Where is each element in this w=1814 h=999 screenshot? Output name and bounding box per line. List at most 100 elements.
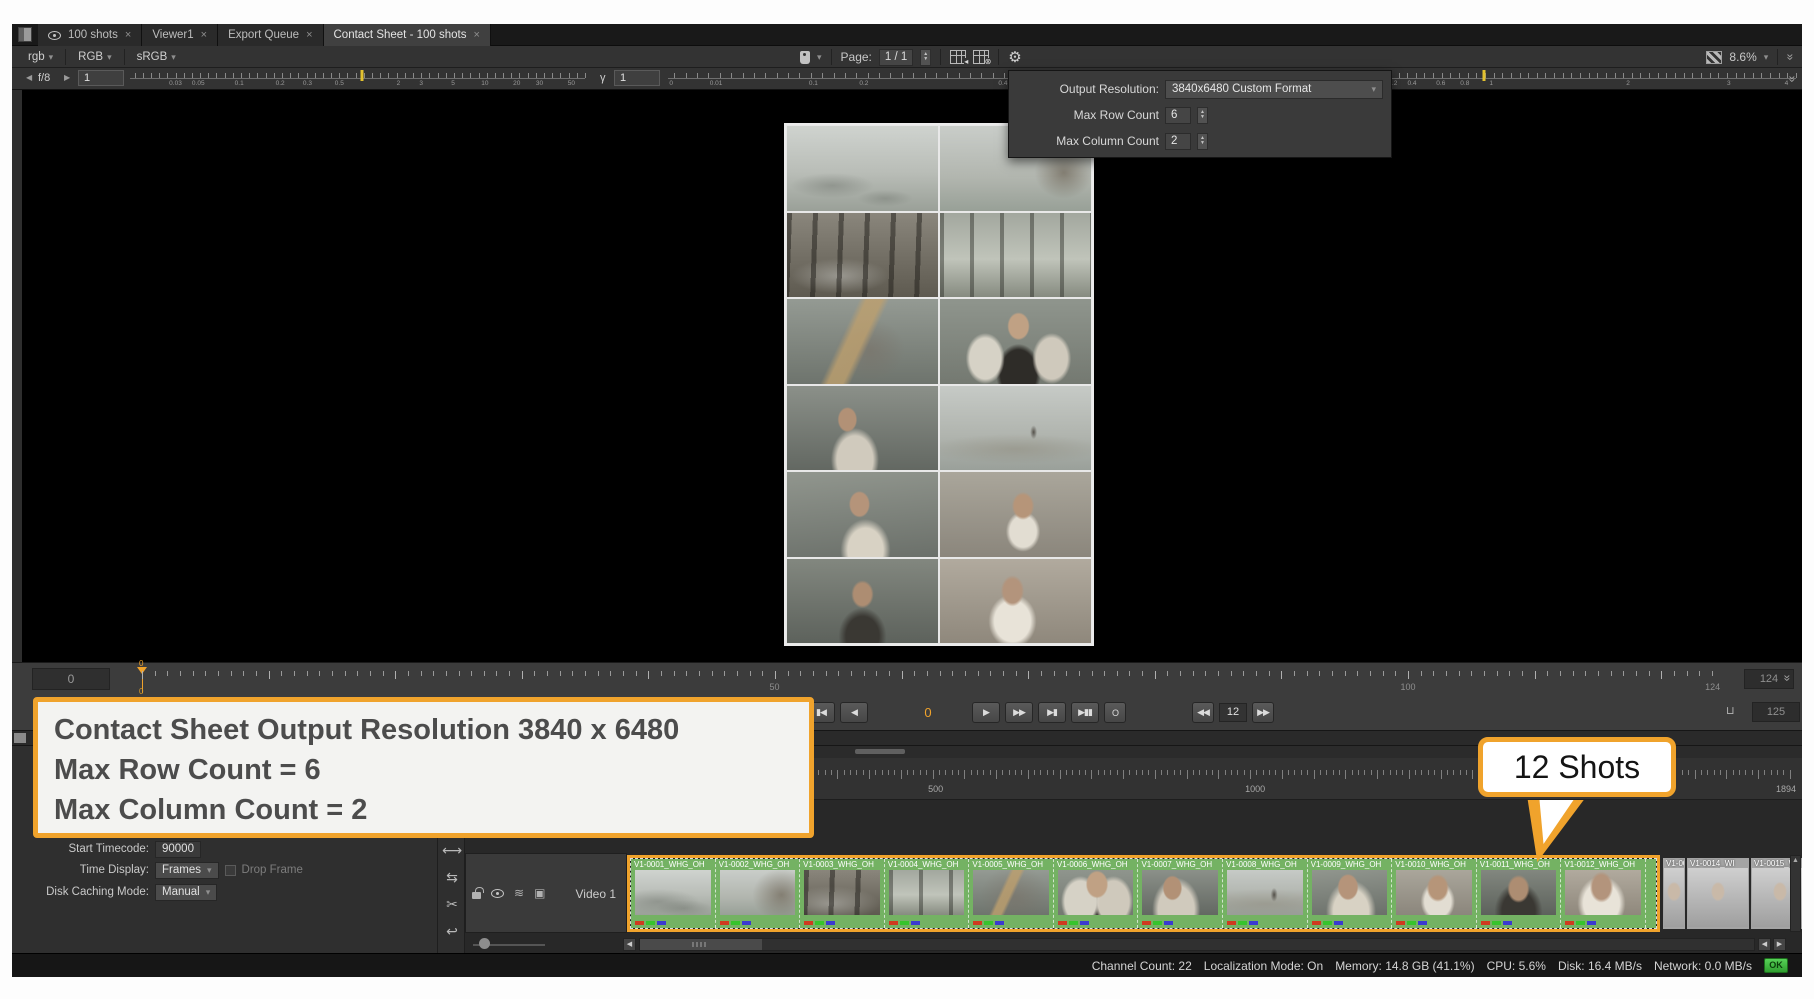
gear-icon[interactable]: ⚙ (1008, 50, 1021, 65)
contact-sheet-cell-8[interactable] (940, 386, 1091, 471)
contact-sheet-cell-12[interactable] (940, 559, 1091, 644)
contact-sheet-cell-3[interactable] (787, 213, 938, 298)
collapse-icon[interactable]: » (1784, 54, 1798, 61)
scroll-up-icon[interactable]: ▲ (1791, 857, 1800, 864)
clip-V1-0012_WHG_OH[interactable]: V1-0012_WHG_OH (1561, 859, 1646, 928)
collapse-icon[interactable]: » (1786, 76, 1800, 83)
contact-sheet-cell-7[interactable] (787, 386, 938, 471)
clip-V1-0002_WHG_OH[interactable]: V1-0002_WHG_OH (716, 859, 801, 928)
contact-sheet-cell-10[interactable] (940, 472, 1091, 557)
clip-V1-0010_WHG_OH[interactable]: V1-0010_WHG_OH (1392, 859, 1477, 928)
clip-V1-0009_WHG_OH[interactable]: V1-0009_WHG_OH (1308, 859, 1393, 928)
gain-decrease-icon[interactable]: ◀ (26, 73, 32, 82)
clip-V1-0003_WHG_OH[interactable]: V1-0003_WHG_OH (800, 859, 885, 928)
clip-V1-0001_WHG_OH[interactable]: V1-0001_WHG_OH (631, 859, 716, 928)
colorspace-select[interactable]: sRGB ▾ (131, 48, 182, 66)
time-display-select[interactable]: Frames ▾ (155, 862, 219, 879)
disk-caching-select[interactable]: Manual ▾ (155, 884, 217, 901)
tab-100-shots[interactable]: 100 shots× (38, 24, 142, 46)
join-tool-icon[interactable]: ↩ (438, 923, 466, 940)
playhead[interactable]: 0 0 (142, 663, 143, 697)
page-input[interactable]: 1 / 1 (879, 49, 913, 66)
start-timecode-input[interactable]: 90000 (155, 841, 201, 858)
clip-V1-0004_WHG_OH[interactable]: V1-0004_WHG_OH (885, 859, 970, 928)
timeline-zoom-scrollbar[interactable] (855, 749, 905, 754)
window-panel-icon[interactable] (18, 27, 32, 42)
scrollbar-thumb[interactable] (640, 939, 762, 950)
max-row-count-input[interactable]: 6 (1165, 107, 1191, 124)
tab-export-queue[interactable]: Export Queue× (218, 24, 323, 46)
proxy-icon[interactable] (1706, 51, 1722, 64)
step-back-button[interactable]: ◀ (840, 702, 868, 723)
resize-track-tool-icon[interactable]: ⟷ (438, 842, 466, 859)
current-frame-box[interactable]: 0 (32, 668, 110, 690)
close-icon[interactable]: × (201, 30, 207, 40)
playback-mode-button[interactable]: O (1104, 702, 1126, 723)
tag-icon[interactable] (800, 51, 810, 64)
zoom-value[interactable]: 8.6% (1729, 50, 1756, 64)
contact-sheet-cell-11[interactable] (787, 559, 938, 644)
output-resolution-select[interactable]: 3840x6480 Custom Format ▾ (1165, 80, 1383, 99)
video-track-header[interactable]: ≋ ▣ Video 1 (465, 853, 627, 933)
max-column-count-input[interactable]: 2 (1165, 133, 1191, 150)
gain-slider[interactable]: 0.030.050.10.20.30.523510203050 (130, 70, 585, 89)
clip-V1-0006_WHG_OH[interactable]: V1-0006_WHG_OH (1054, 859, 1139, 928)
skip-forward-button[interactable]: ▶▶ (1252, 702, 1274, 723)
lock-icon[interactable] (472, 892, 481, 899)
clip-V1-0013-partial[interactable] (1646, 859, 1656, 928)
grid-x-icon[interactable]: ⊗ (973, 50, 989, 64)
clip-V1-0011_WHG_OH[interactable]: V1-0011_WHG_OH (1477, 859, 1562, 928)
gamma-input[interactable]: 1 (614, 70, 660, 86)
viewer-frame-ruler[interactable]: 0 0 50100124 (120, 663, 1732, 697)
play-button[interactable]: ▶ (972, 702, 1000, 723)
page-spinner[interactable] (920, 49, 931, 66)
scroll-left-button[interactable]: ◀ (623, 938, 636, 951)
panel-grip[interactable] (14, 733, 26, 743)
contact-sheet-cell-9[interactable] (787, 472, 938, 557)
gain-input[interactable]: 1 (78, 70, 124, 86)
range-alt-box[interactable]: 125 (1752, 702, 1800, 722)
close-icon[interactable]: × (306, 30, 312, 40)
play-all-button[interactable]: ▶▶ (1005, 702, 1033, 723)
clip-V1-0014_WI[interactable]: V1-0014_WI (1687, 858, 1749, 929)
max-column-count-spinner[interactable] (1197, 133, 1208, 150)
gain-increase-icon[interactable]: ▶ (64, 73, 70, 82)
contact-sheet-cell-1[interactable] (787, 126, 938, 211)
step-forward-button[interactable]: ▶▮ (1038, 702, 1066, 723)
track-size-knob[interactable] (479, 938, 490, 949)
chevron-down-icon[interactable]: ▾ (817, 52, 822, 63)
layers-icon[interactable]: ≋ (514, 887, 524, 899)
slider-marker[interactable] (361, 70, 364, 81)
skip-back-button[interactable]: ◀◀ (1192, 702, 1214, 723)
clip-V1-0005_WHG_OH[interactable]: V1-0005_WHG_OH (969, 859, 1054, 928)
contact-sheet-cell-5[interactable] (787, 299, 938, 384)
transport-frame-display[interactable]: 0 (902, 702, 954, 723)
close-icon[interactable]: × (125, 30, 131, 40)
close-icon[interactable]: × (473, 30, 479, 40)
max-row-count-spinner[interactable] (1197, 107, 1208, 124)
eye-icon[interactable] (491, 889, 504, 898)
timeline-vertical-scrollbar[interactable]: ▲ (1790, 855, 1801, 932)
frame-increment-input[interactable]: 12 (1219, 703, 1247, 722)
box-icon[interactable]: ▣ (534, 887, 545, 899)
scroll-left-button-2[interactable]: ◀ (1758, 938, 1771, 951)
scroll-right-button[interactable]: ▶ (1773, 938, 1786, 951)
razor-tool-icon[interactable]: ✂ (438, 896, 466, 913)
grid-arrow-icon[interactable]: ◂ (950, 50, 966, 64)
go-to-end-button[interactable]: ▶▮▮ (1071, 702, 1099, 723)
tab-contact-sheet-100-shots[interactable]: Contact Sheet - 100 shots× (324, 24, 491, 46)
slider-marker[interactable] (1483, 70, 1486, 81)
clip-V1-0008_WHG_OH[interactable]: V1-0008_WHG_OH (1223, 859, 1308, 928)
clip-V1-0013[interactable]: V1-0013 (1663, 858, 1685, 929)
collapse-icon[interactable]: » (1780, 675, 1794, 682)
contact-sheet-cell-4[interactable] (940, 213, 1091, 298)
chevron-down-icon[interactable]: ▾ (1764, 52, 1769, 63)
drop-frame-checkbox[interactable] (225, 865, 236, 876)
timeline-horizontal-scrollbar[interactable] (639, 938, 1755, 951)
layer-select[interactable]: RGB ▾ (72, 48, 117, 66)
clip-V1-0007_WHG_OH[interactable]: V1-0007_WHG_OH (1138, 859, 1223, 928)
contact-sheet-cell-6[interactable] (940, 299, 1091, 384)
retime-tool-icon[interactable]: ⇆ (438, 869, 466, 886)
channel-select[interactable]: rgb ▾ (22, 48, 59, 66)
tab-viewer1[interactable]: Viewer1× (142, 24, 218, 46)
